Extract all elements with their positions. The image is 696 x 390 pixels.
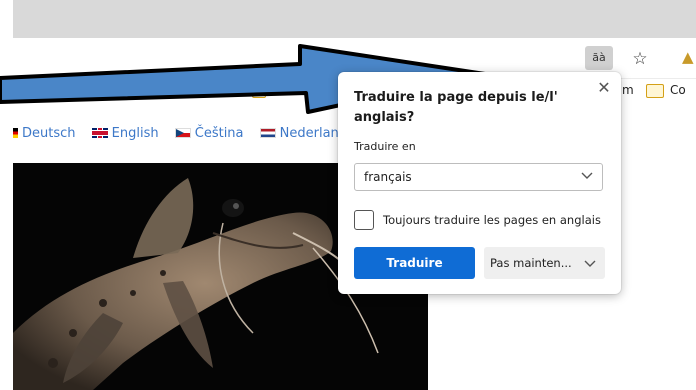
extension-icon[interactable]: ▲ [682,46,696,68]
favorites-item-partial[interactable]: m [622,83,634,97]
folder-icon[interactable] [646,84,664,98]
popup-title: Traduire la page depuis le/l' anglais? [354,90,558,125]
lang-link-deutsch[interactable]: Deutsch [13,126,76,141]
flag-cz-icon [174,128,191,138]
translate-icon[interactable]: ãà [585,46,613,70]
favorites-folder-label[interactable]: Co [670,83,686,97]
lang-label: Čeština [194,126,244,141]
not-now-button[interactable]: Pas mainten... [484,247,605,279]
not-now-label: Pas mainten... [490,256,572,270]
lang-link-english[interactable]: English [91,126,159,141]
star-plus-icon[interactable]: ☆ [628,48,652,70]
close-icon[interactable]: ✕ [594,78,614,98]
always-translate-label[interactable]: Toujours traduire les pages en anglais [383,213,601,227]
always-translate-checkbox[interactable] [354,210,374,230]
flag-gb-icon [91,128,108,138]
lang-label: English [111,126,159,141]
translate-button[interactable]: Traduire [354,247,475,279]
lang-label: Deutsch [22,126,76,141]
chevron-down-icon [581,172,593,179]
target-language-select[interactable]: français [354,163,603,191]
language-links: Deutsch English Čeština Nederlands [13,126,366,146]
chevron-down-icon[interactable] [583,256,597,270]
translate-popup: Traduire la page depuis le/l' anglais? ✕… [338,72,621,294]
translate-to-label: Traduire en [354,140,416,153]
selected-language: français [364,170,412,184]
browser-title-bar [13,0,696,38]
flag-de-icon [13,128,18,138]
flag-nl-icon [259,128,276,138]
lang-link-cestina[interactable]: Čeština [174,126,244,141]
